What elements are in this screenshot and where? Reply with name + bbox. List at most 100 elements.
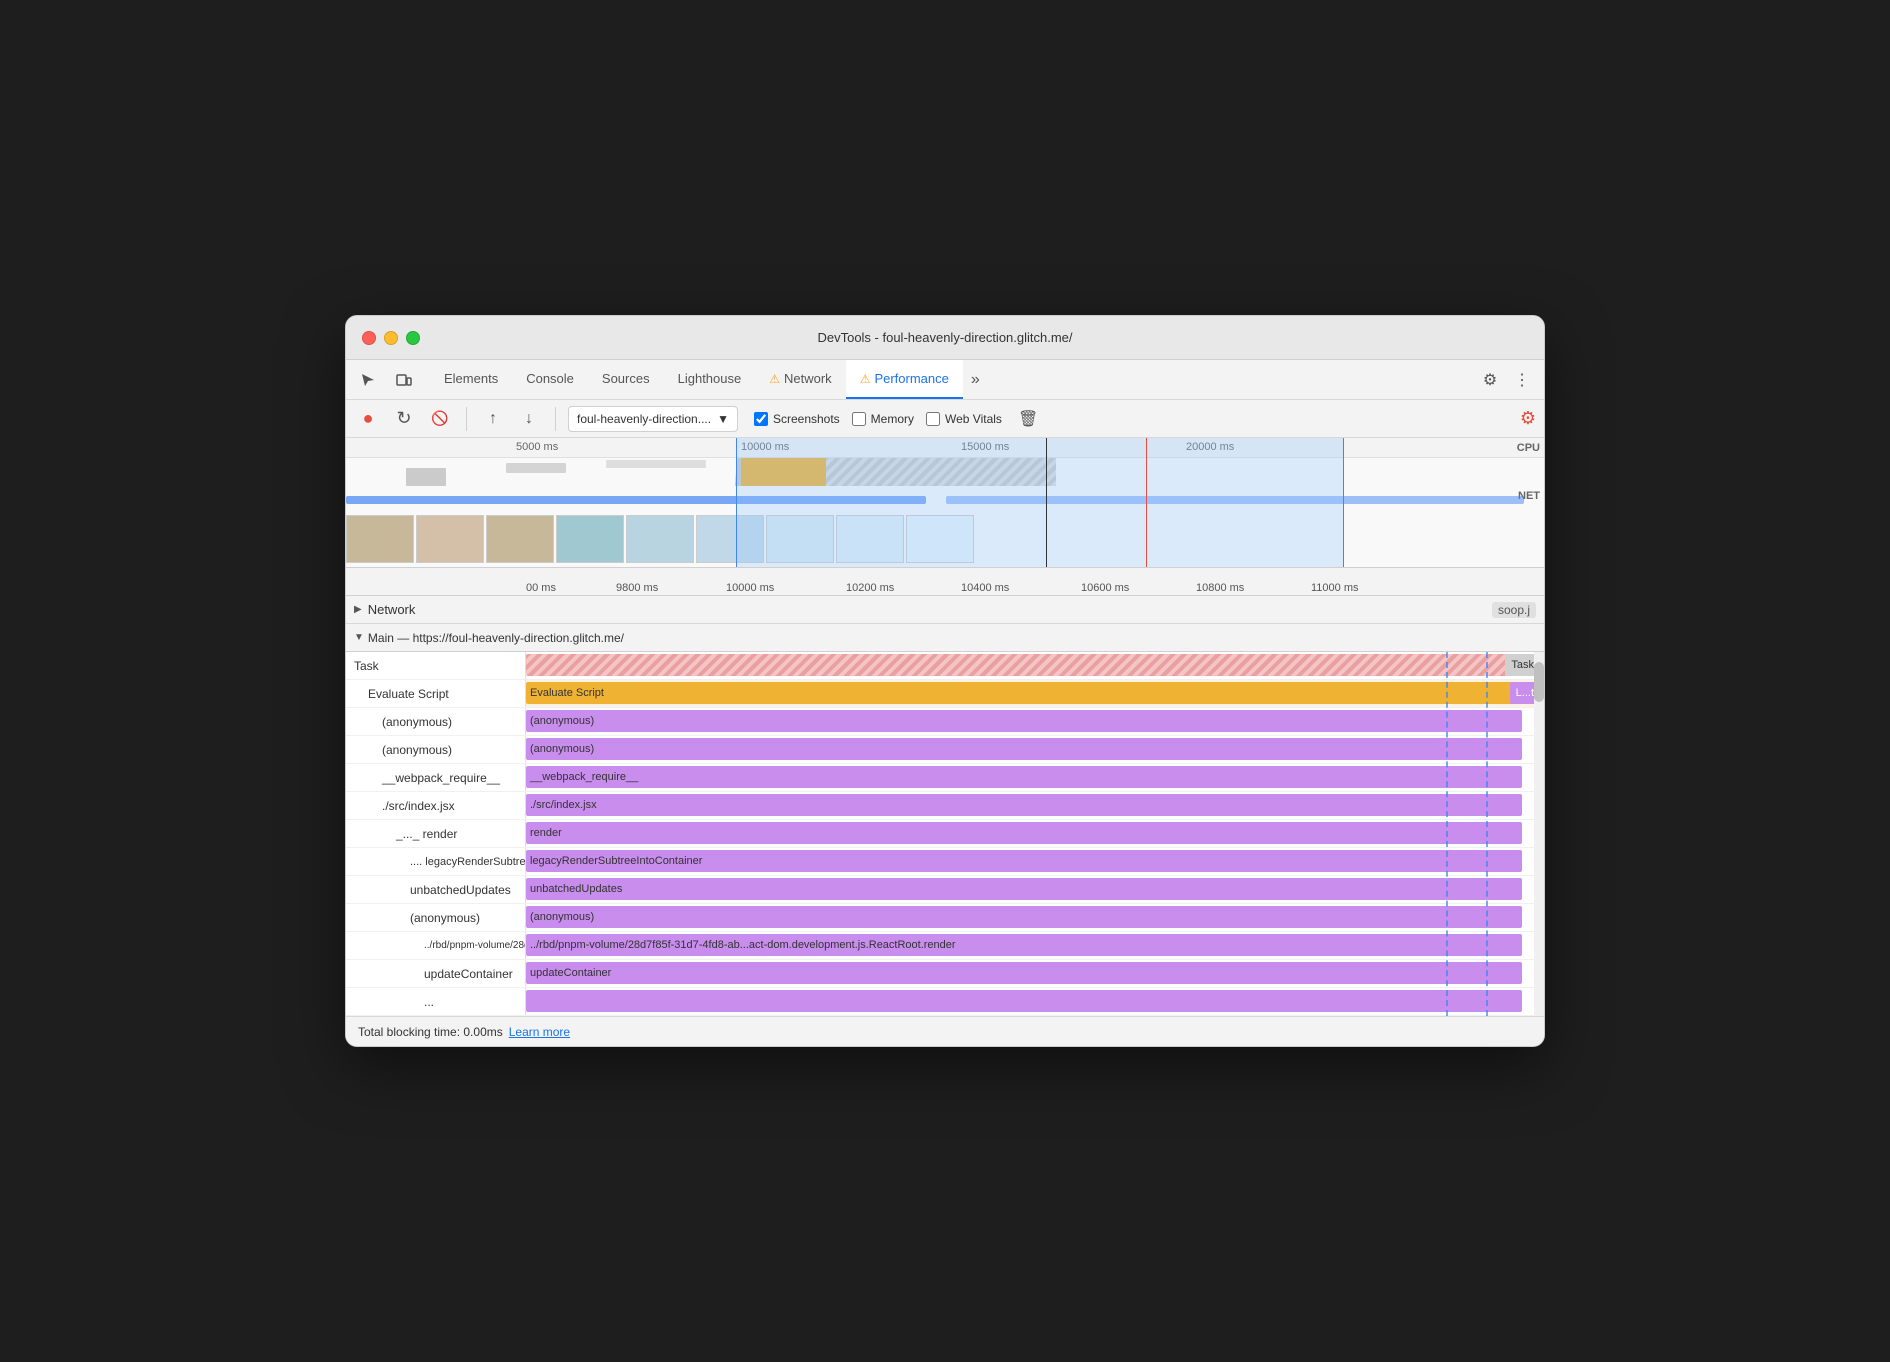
toolbar-divider-2: [555, 407, 556, 431]
anonymous-1-flame-bar: (anonymous): [526, 710, 1522, 732]
task-flame-bar: [526, 654, 1522, 676]
render-flame-bar: render: [526, 822, 1522, 844]
webpack-row[interactable]: __webpack_require__ __webpack_require__: [346, 764, 1544, 792]
index-jsx-flame-bar: ./src/index.jsx: [526, 794, 1522, 816]
scrollbar-thumb[interactable]: [1534, 662, 1544, 702]
devtools-window: DevTools - foul-heavenly-direction.glitc…: [345, 315, 1545, 1047]
update-container-bar-area: updateContainer: [526, 960, 1544, 987]
webpack-flame-bar: __webpack_require__: [526, 766, 1522, 788]
legacy-render-row[interactable]: .... legacyRenderSubtreeIntoContainer le…: [346, 848, 1544, 876]
network-section-arrow[interactable]: ▶: [354, 604, 362, 615]
react-root-label: ../rbd/pnpm-volume/28d7f85f-31d7-4fd8-ab…: [346, 932, 526, 959]
task-row[interactable]: Task Task: [346, 652, 1544, 680]
cursor-icon[interactable]: [354, 366, 382, 394]
more-options-icon[interactable]: ⋮: [1508, 366, 1536, 394]
nav-bar: Elements Console Sources Lighthouse ⚠ Ne…: [346, 360, 1544, 400]
settings-icon[interactable]: ⚙: [1476, 366, 1504, 394]
unbatched-row[interactable]: unbatchedUpdates unbatchedUpdates: [346, 876, 1544, 904]
zoom-mark-9800: 9800 ms: [616, 582, 658, 594]
screenshots-checkbox[interactable]: Screenshots: [754, 412, 840, 426]
reload-button[interactable]: ↻: [390, 405, 418, 433]
flame-chart[interactable]: Task Task Evaluate Script Evaluate Scrip…: [346, 652, 1544, 1016]
render-row[interactable]: _..._ render render: [346, 820, 1544, 848]
nav-icon-group: [354, 366, 418, 394]
clear-button[interactable]: 🚫: [426, 405, 454, 433]
unbatched-label: unbatchedUpdates: [346, 876, 526, 903]
zoom-mark-10200: 10200 ms: [846, 582, 894, 594]
blocking-time-text: Total blocking time: 0.00ms: [358, 1025, 503, 1039]
main-thread-header: ▼ Main — https://foul-heavenly-direction…: [346, 624, 1544, 652]
evaluate-script-row[interactable]: Evaluate Script Evaluate Script L...t: [346, 680, 1544, 708]
profile-selector[interactable]: foul-heavenly-direction.... ▼: [568, 406, 738, 432]
tab-elements[interactable]: Elements: [430, 360, 512, 399]
scrollbar-track[interactable]: [1534, 652, 1544, 1016]
upload-button[interactable]: ↑: [479, 405, 507, 433]
update-container-label: updateContainer: [346, 960, 526, 987]
zoom-mark-10800: 10800 ms: [1196, 582, 1244, 594]
record-button[interactable]: ●: [354, 405, 382, 433]
learn-more-link[interactable]: Learn more: [509, 1025, 570, 1039]
status-bar: Total blocking time: 0.00ms Learn more: [346, 1016, 1544, 1046]
anonymous-1-label: (anonymous): [346, 708, 526, 735]
update-container-row[interactable]: updateContainer updateContainer: [346, 960, 1544, 988]
anonymous-2-label: (anonymous): [346, 736, 526, 763]
title-bar: DevTools - foul-heavenly-direction.glitc…: [346, 316, 1544, 360]
index-jsx-label: ./src/index.jsx: [346, 792, 526, 819]
anonymous-3-label: (anonymous): [346, 904, 526, 931]
more-tabs-button[interactable]: »: [963, 360, 988, 399]
zoom-ruler: 00 ms 9800 ms 10000 ms 10200 ms 10400 ms…: [346, 568, 1544, 596]
anonymous-2-bar-area: (anonymous): [526, 736, 1544, 763]
dashed-vline-1: [1446, 652, 1448, 1016]
detail-area: 00 ms 9800 ms 10000 ms 10200 ms 10400 ms…: [346, 568, 1544, 1016]
react-root-bar-area: ../rbd/pnpm-volume/28d7f85f-31d7-4fd8-ab…: [526, 932, 1544, 959]
download-button[interactable]: ↓: [515, 405, 543, 433]
performance-warn-icon: ⚠: [860, 372, 871, 386]
anonymous-3-row[interactable]: (anonymous) (anonymous): [346, 904, 1544, 932]
maximize-button[interactable]: [406, 331, 420, 345]
settings-red-icon[interactable]: ⚙: [1520, 408, 1536, 429]
tab-lighthouse[interactable]: Lighthouse: [664, 360, 756, 399]
web-vitals-checkbox[interactable]: Web Vitals: [926, 412, 1002, 426]
selector-chevron-icon: ▼: [717, 412, 729, 426]
tab-sources[interactable]: Sources: [588, 360, 664, 399]
unbatched-bar-area: unbatchedUpdates: [526, 876, 1544, 903]
main-section-label: Main — https://foul-heavenly-direction.g…: [368, 631, 624, 645]
timeline-overview[interactable]: 5000 ms 10000 ms 15000 ms 20000 ms CPU N…: [346, 438, 1544, 568]
nav-tabs: Elements Console Sources Lighthouse ⚠ Ne…: [430, 360, 1476, 399]
update-container-flame-bar: updateContainer: [526, 962, 1522, 984]
anonymous-1-row[interactable]: (anonymous) (anonymous): [346, 708, 1544, 736]
timeline-vline-red: [1146, 438, 1147, 567]
window-title: DevTools - foul-heavenly-direction.glitc…: [817, 330, 1072, 345]
render-bar-area: render: [526, 820, 1544, 847]
more-row[interactable]: ...: [346, 988, 1544, 1016]
toolbar-divider-1: [466, 407, 467, 431]
main-section-arrow[interactable]: ▼: [354, 632, 364, 643]
ruler-5000: 5000 ms: [516, 441, 558, 453]
trash-icon[interactable]: 🗑: [1018, 409, 1038, 429]
device-toolbar-icon[interactable]: [390, 366, 418, 394]
tab-network[interactable]: ⚠ Network: [755, 360, 845, 399]
evaluate-bar-area: Evaluate Script L...t: [526, 680, 1544, 707]
devtools-panel: Elements Console Sources Lighthouse ⚠ Ne…: [346, 360, 1544, 1046]
memory-checkbox[interactable]: Memory: [852, 412, 914, 426]
task-bar-area: Task: [526, 652, 1544, 679]
react-root-row[interactable]: ../rbd/pnpm-volume/28d7f85f-31d7-4fd8-ab…: [346, 932, 1544, 960]
timeline-vline-dark: [1046, 438, 1047, 567]
network-section-header[interactable]: ▶ Network soop.j: [346, 596, 1544, 624]
tab-performance[interactable]: ⚠ Performance: [846, 360, 963, 399]
selection-overlay: [736, 438, 1344, 567]
index-jsx-bar-area: ./src/index.jsx: [526, 792, 1544, 819]
task-label: Task: [346, 652, 526, 679]
zoom-mark-11000: 11000 ms: [1311, 582, 1359, 594]
anonymous-2-row[interactable]: (anonymous) (anonymous): [346, 736, 1544, 764]
evaluate-script-flame-bar: Evaluate Script: [526, 682, 1522, 704]
legacy-render-label: .... legacyRenderSubtreeIntoContainer: [346, 848, 526, 875]
unbatched-flame-bar: unbatchedUpdates: [526, 878, 1522, 900]
zoom-mark-10400: 10400 ms: [961, 582, 1009, 594]
performance-toolbar: ● ↻ 🚫 ↑ ↓ foul-heavenly-direction.... ▼ …: [346, 400, 1544, 438]
tab-console[interactable]: Console: [512, 360, 588, 399]
index-jsx-row[interactable]: ./src/index.jsx ./src/index.jsx: [346, 792, 1544, 820]
minimize-button[interactable]: [384, 331, 398, 345]
close-button[interactable]: [362, 331, 376, 345]
network-section-label: Network: [368, 602, 416, 617]
